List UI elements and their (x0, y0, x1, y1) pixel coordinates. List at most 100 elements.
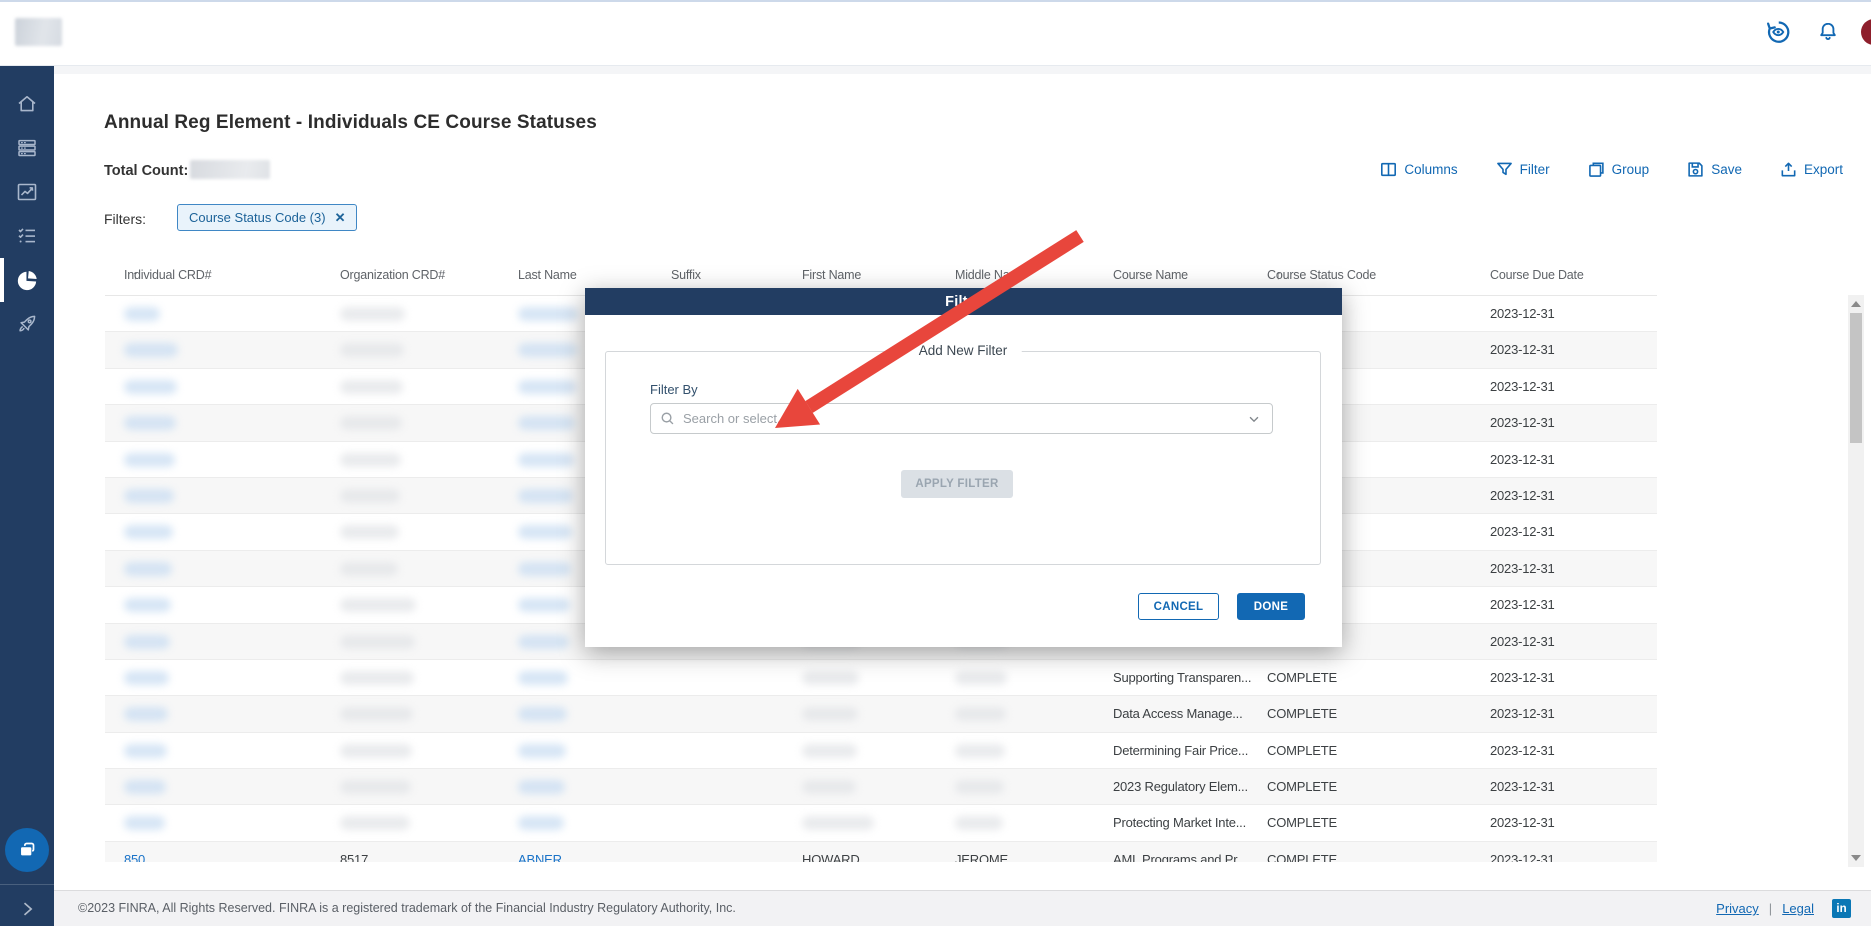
table-row[interactable]: 2023 Regulatory Elem...COMPLETE2023-12-3… (105, 769, 1657, 805)
redacted-cell (518, 380, 576, 394)
cell-course-due-date: 2023-12-31 (1490, 805, 1555, 841)
linkedin-icon[interactable]: in (1832, 899, 1851, 918)
table-row[interactable]: Protecting Market Inte...COMPLETE2023-12… (105, 805, 1657, 841)
group-icon (1588, 161, 1605, 178)
total-count-label: Total Count: (104, 163, 188, 179)
sidebar-item-home[interactable] (0, 82, 54, 126)
cell-status: COMPLETE (1267, 696, 1337, 732)
filter-chip-course-status-code[interactable]: Course Status Code (3) ✕ (177, 204, 357, 231)
user-avatar[interactable] (1861, 19, 1871, 45)
redacted-cell (124, 707, 168, 721)
redacted-cell (802, 816, 874, 830)
redacted-cell (518, 562, 571, 576)
group-button[interactable]: Group (1588, 161, 1650, 178)
pie-chart-icon (15, 268, 40, 293)
columns-label: Columns (1404, 162, 1457, 177)
table-row[interactable]: 8508517ABNERHOWARDJEROMEAML Programs and… (105, 842, 1657, 862)
app-logo-redacted (15, 18, 62, 46)
sidebar-item-launch[interactable] (0, 302, 54, 346)
column-header-course-due-date[interactable]: Course Due Date (1490, 255, 1584, 295)
collaboration-button[interactable] (5, 828, 49, 872)
chevron-right-icon (17, 899, 37, 919)
export-button[interactable]: Export (1780, 161, 1843, 178)
sidebar-item-analytics[interactable] (0, 170, 54, 214)
sidebar-item-reports[interactable] (0, 258, 54, 302)
filter-chip-label: Course Status Code (3) (189, 210, 326, 225)
apply-filter-button[interactable]: APPLY FILTER (901, 470, 1013, 498)
redacted-cell (518, 635, 569, 649)
redacted-cell (518, 707, 567, 721)
filter-search-input[interactable] (675, 411, 1247, 426)
cell-course-due-date: 2023-12-31 (1490, 551, 1555, 587)
cell-status: COMPLETE (1267, 660, 1337, 696)
filter-by-select[interactable] (650, 403, 1273, 434)
filters-label: Filters: (104, 211, 146, 227)
redacted-cell (802, 744, 857, 758)
cell-course-name: Supporting Transparen... (1113, 660, 1251, 696)
sidebar-item-tasks[interactable] (0, 214, 54, 258)
chip-close-icon[interactable]: ✕ (335, 210, 346, 226)
scroll-down-icon[interactable] (1851, 855, 1861, 861)
redacted-cell (518, 343, 577, 357)
notifications-bell-icon[interactable] (1811, 15, 1845, 49)
redacted-cell (955, 816, 1003, 830)
redacted-cell (518, 489, 573, 503)
redacted-cell (340, 744, 412, 758)
redacted-cell (340, 598, 416, 612)
group-label: Group (1612, 162, 1650, 177)
redacted-cell (340, 525, 399, 539)
redacted-cell (518, 780, 565, 794)
redacted-cell (124, 598, 171, 612)
filter-by-label: Filter By (650, 382, 698, 397)
redacted-cell (802, 780, 856, 794)
chevron-down-icon[interactable] (1247, 412, 1261, 426)
filter-label: Filter (1520, 162, 1550, 177)
cell-course-due-date: 2023-12-31 (1490, 405, 1555, 441)
sidebar-expand-button[interactable] (0, 892, 54, 926)
column-header-last-name[interactable]: Last Name (518, 255, 577, 295)
cell-course-name: 2023 Regulatory Elem... (1113, 769, 1248, 805)
filter-button[interactable]: Filter (1496, 161, 1550, 178)
table-scrollbar[interactable] (1848, 295, 1864, 867)
save-button[interactable]: Save (1687, 161, 1742, 178)
scroll-up-icon[interactable] (1851, 301, 1861, 307)
cell-course-name: Data Access Manage... (1113, 696, 1242, 732)
home-icon (15, 92, 39, 116)
redacted-cell (340, 707, 413, 721)
cancel-button[interactable]: CANCEL (1138, 593, 1219, 620)
history-eye-icon[interactable] (1761, 15, 1795, 49)
page-footer: ©2023 FINRA, All Rights Reserved. FINRA … (54, 890, 1871, 926)
redacted-cell (124, 562, 172, 576)
redacted-cell (340, 562, 398, 576)
cell-course-due-date: 2023-12-31 (1490, 624, 1555, 660)
table-row[interactable]: Supporting Transparen...COMPLETE2023-12-… (105, 660, 1657, 696)
cell-status: COMPLETE (1267, 805, 1337, 841)
footer-links-separator: | (1769, 901, 1772, 916)
done-button[interactable]: DONE (1237, 593, 1305, 620)
database-rows-icon (15, 136, 39, 160)
line-chart-icon (15, 180, 39, 204)
columns-button[interactable]: Columns (1380, 161, 1457, 178)
redacted-cell (340, 489, 400, 503)
total-count-value-redacted (190, 160, 270, 179)
cell-course-due-date: 2023-12-31 (1490, 842, 1555, 862)
column-header-organization-crd[interactable]: Organization CRD# (340, 255, 445, 295)
table-row[interactable]: Determining Fair Price...COMPLETE2023-12… (105, 733, 1657, 769)
sidebar-item-data[interactable] (0, 126, 54, 170)
cell-last-name[interactable]: ABNER (518, 842, 562, 862)
legal-link[interactable]: Legal (1782, 901, 1814, 916)
redacted-cell (124, 816, 165, 830)
export-icon (1780, 161, 1797, 178)
cell-individual-crd[interactable]: 850 (124, 842, 145, 862)
redacted-cell (518, 744, 566, 758)
filter-modal-title: Filter (585, 288, 1342, 315)
redacted-cell (124, 343, 178, 357)
grid-toolbar: Columns Filter Group Save (1380, 161, 1843, 178)
app-screen: Annual Reg Element - Individuals CE Cour… (0, 0, 1871, 926)
table-row[interactable]: Data Access Manage...COMPLETE2023-12-31 (105, 696, 1657, 732)
redacted-cell (802, 707, 858, 721)
scrollbar-thumb[interactable] (1850, 313, 1862, 443)
redacted-cell (518, 598, 570, 612)
redacted-cell (340, 453, 401, 467)
privacy-link[interactable]: Privacy (1716, 901, 1759, 916)
